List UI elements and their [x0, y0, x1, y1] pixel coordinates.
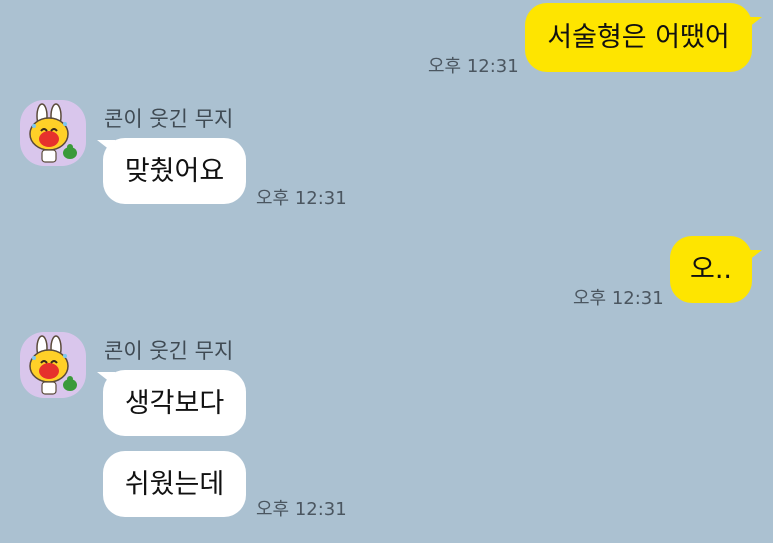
profile-avatar[interactable] — [20, 332, 86, 398]
message-text: 맞췄어요 — [124, 155, 225, 187]
sent-message-bubble[interactable]: 서술형은 어땠어 — [525, 3, 752, 72]
message-text: 생각보다 — [124, 387, 225, 419]
bubble-tail — [744, 250, 762, 264]
bubble-tail — [744, 17, 762, 31]
message-time: 오후 12:31 — [256, 188, 347, 209]
profile-avatar[interactable] — [20, 100, 86, 166]
message-time: 오후 12:31 — [428, 56, 519, 77]
message-text: 오.. — [689, 254, 732, 285]
message-text: 서술형은 어땠어 — [547, 22, 730, 53]
message-time: 오후 12:31 — [573, 288, 664, 309]
received-message-bubble[interactable]: 맞췄어요 — [103, 138, 246, 204]
message-text: 쉬웠는데 — [124, 468, 225, 500]
sender-name: 콘이 웃긴 무지 — [104, 107, 234, 131]
message-time: 오후 12:31 — [256, 499, 347, 520]
muzi-laughing-avatar-icon — [29, 335, 77, 395]
sender-name: 콘이 웃긴 무지 — [104, 339, 234, 363]
sent-message-bubble[interactable]: 오.. — [670, 236, 752, 303]
received-message-bubble[interactable]: 쉬웠는데 — [103, 451, 246, 517]
muzi-laughing-avatar-icon — [29, 103, 77, 163]
received-message-bubble[interactable]: 생각보다 — [103, 370, 246, 436]
